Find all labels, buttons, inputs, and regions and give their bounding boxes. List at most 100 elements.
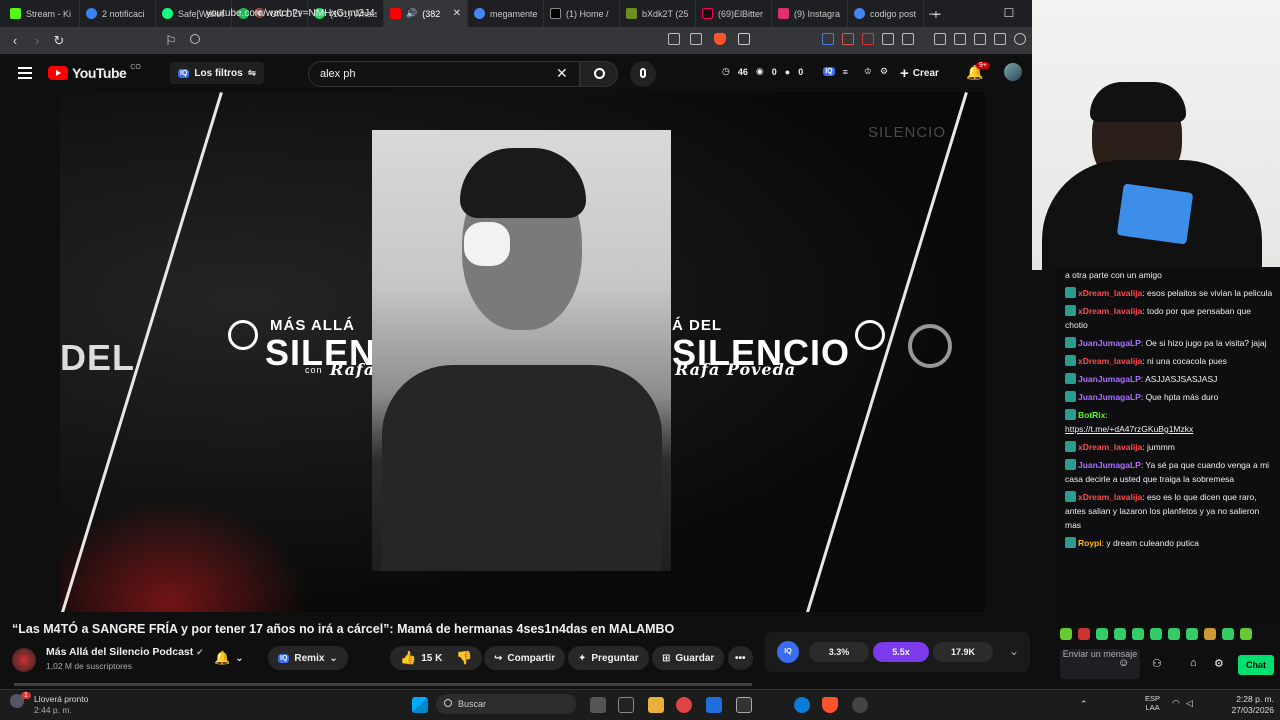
screenshot-icon[interactable] bbox=[902, 33, 914, 45]
emote-icon[interactable] bbox=[1114, 628, 1126, 640]
browser-tab[interactable]: (69)ElBitter bbox=[696, 0, 772, 27]
maximize-button[interactable]: ☐ bbox=[990, 0, 1028, 27]
dislike-button[interactable]: 👎 bbox=[446, 646, 483, 670]
extension-icon[interactable] bbox=[862, 33, 874, 45]
url-field[interactable]: youtube.com/watch?v=NMHxG-mt3J4 bbox=[178, 5, 698, 22]
filters-button[interactable]: IQ Los filtros ⇋ bbox=[170, 62, 265, 84]
chat-username[interactable]: xDream_lavalija bbox=[1078, 288, 1142, 298]
volume-icon[interactable]: ◁ bbox=[1186, 698, 1193, 709]
browser-tab[interactable]: 2 notificaci bbox=[80, 0, 156, 27]
edge-icon[interactable] bbox=[794, 697, 810, 713]
emote-icon[interactable] bbox=[1132, 628, 1144, 640]
browser-tab[interactable]: (9) Instagra bbox=[772, 0, 848, 27]
cast-icon[interactable] bbox=[668, 33, 680, 45]
menu-icon[interactable] bbox=[18, 67, 32, 79]
browser-tab[interactable]: Stream - Ki bbox=[4, 0, 80, 27]
chevron-up-icon[interactable]: ⌃ bbox=[1080, 699, 1088, 710]
youtube-logo[interactable]: YouTube CO bbox=[48, 64, 141, 81]
emote-icon[interactable] bbox=[1168, 628, 1180, 640]
list-icon[interactable]: ≡ bbox=[843, 67, 848, 77]
emote-icon[interactable] bbox=[1096, 628, 1108, 640]
clock-date[interactable]: 27/03/2026 bbox=[1214, 705, 1274, 715]
emote-icon[interactable] bbox=[1150, 628, 1162, 640]
sidebar-icon[interactable] bbox=[954, 33, 966, 45]
site-info-icon[interactable] bbox=[190, 34, 200, 44]
bookmark-icon[interactable]: ⚐ bbox=[160, 33, 182, 49]
chat-username[interactable]: xDream_lavalija bbox=[1078, 306, 1142, 316]
chat-username[interactable]: JuanJumagaLP bbox=[1078, 460, 1141, 470]
taskbar-search[interactable]: Buscar bbox=[436, 694, 576, 714]
chat-username[interactable]: xDream_lavalija bbox=[1078, 442, 1142, 452]
emoji-icon[interactable]: ☺ bbox=[1118, 657, 1129, 669]
wallet-icon[interactable] bbox=[974, 33, 986, 45]
leo-icon[interactable] bbox=[994, 33, 1006, 45]
video-player[interactable]: DEL MÁS ALLÁ SILENCIO con Rafa Poveda Á … bbox=[60, 92, 985, 612]
wifi-icon[interactable]: ◠ bbox=[1172, 698, 1180, 709]
vpn-icon[interactable] bbox=[1014, 33, 1026, 45]
chevron-down-icon[interactable]: ⌄ bbox=[1009, 644, 1019, 658]
rewards-icon[interactable] bbox=[738, 33, 750, 45]
browser-tab[interactable]: codigo post bbox=[848, 0, 924, 27]
create-button[interactable]: + Crear bbox=[900, 63, 939, 83]
file-explorer-icon[interactable] bbox=[648, 697, 664, 713]
app-icon[interactable] bbox=[618, 697, 634, 713]
search-input[interactable]: alex ph bbox=[308, 61, 580, 87]
brave-icon[interactable] bbox=[822, 697, 838, 713]
emote-icon[interactable] bbox=[1078, 628, 1090, 640]
chat-username[interactable]: xDream_lavalija bbox=[1078, 356, 1142, 366]
trophy-icon[interactable]: ♔ bbox=[864, 66, 872, 77]
chat-username[interactable]: JuanJumagaLP bbox=[1078, 374, 1141, 384]
reload-icon[interactable]: ↻ bbox=[48, 33, 70, 49]
chat-text[interactable]: https://t.me/+dA47rzGKuBg1Mzkx bbox=[1065, 424, 1193, 434]
chat-username[interactable]: xDream_lavalija bbox=[1078, 492, 1142, 502]
translate-icon[interactable] bbox=[822, 33, 834, 45]
avatar[interactable] bbox=[1004, 63, 1022, 81]
channel-avatar[interactable] bbox=[12, 648, 36, 672]
chat-send-button[interactable]: Chat bbox=[1238, 655, 1274, 675]
extension-icon[interactable] bbox=[842, 33, 854, 45]
brave-shield-icon[interactable] bbox=[714, 33, 726, 45]
settings-icon[interactable]: ⚙ bbox=[1214, 657, 1224, 670]
emote-icon[interactable] bbox=[1186, 628, 1198, 640]
emote-icon[interactable] bbox=[1204, 628, 1216, 640]
more-actions-button[interactable]: ••• bbox=[728, 646, 753, 670]
back-icon[interactable]: ‹ bbox=[4, 33, 26, 48]
store-icon[interactable] bbox=[706, 697, 722, 713]
people-icon[interactable]: ⚇ bbox=[1152, 657, 1162, 670]
weather-title: Lloverá pronto bbox=[34, 694, 89, 704]
channel-name-text: Más Allá del Silencio Podcast bbox=[46, 646, 194, 658]
subscribe-bell-button[interactable]: 🔔 ⌄ bbox=[214, 646, 244, 670]
ask-button[interactable]: ✦ Preguntar bbox=[568, 646, 649, 670]
search-button[interactable] bbox=[580, 61, 618, 87]
chat-username[interactable]: JuanJumagaLP bbox=[1078, 392, 1141, 402]
progress-bar[interactable] bbox=[14, 683, 752, 686]
puzzle-icon[interactable] bbox=[882, 33, 894, 45]
app-icon[interactable] bbox=[676, 697, 692, 713]
windows-start-icon[interactable] bbox=[412, 697, 428, 713]
terminal-icon[interactable] bbox=[736, 697, 752, 713]
share-button[interactable]: ↪ Compartir bbox=[484, 646, 566, 670]
voice-search-button[interactable] bbox=[630, 61, 656, 87]
emote-icon[interactable] bbox=[1060, 628, 1072, 640]
gift-icon[interactable]: ⌂ bbox=[1190, 657, 1197, 669]
chat-username[interactable]: BotRix bbox=[1078, 410, 1105, 420]
task-view-icon[interactable] bbox=[590, 697, 606, 713]
clear-search-icon[interactable]: ✕ bbox=[556, 65, 568, 82]
channel-name[interactable]: Más Allá del Silencio Podcast ✔ bbox=[46, 646, 204, 658]
share-page-icon[interactable] bbox=[690, 33, 702, 45]
lang-indicator[interactable]: ESP LAA bbox=[1145, 694, 1160, 712]
like-button[interactable]: 👍 15 K bbox=[390, 646, 451, 670]
forward-icon[interactable]: › bbox=[26, 33, 48, 48]
iq-icon[interactable]: IQ bbox=[823, 67, 835, 76]
remix-button[interactable]: IQ Remix ⌄ bbox=[268, 646, 348, 670]
chat-username[interactable]: JuanJumagaLP bbox=[1078, 338, 1141, 348]
emote-icon[interactable] bbox=[1240, 628, 1252, 640]
obs-icon[interactable] bbox=[852, 697, 868, 713]
gear-icon[interactable]: ⚙ bbox=[880, 66, 888, 77]
chat-username[interactable]: Roypi bbox=[1078, 538, 1102, 548]
minimize-button[interactable]: — bbox=[916, 0, 954, 27]
media-icon[interactable] bbox=[934, 33, 946, 45]
save-button[interactable]: ⊞ Guardar bbox=[652, 646, 725, 670]
emote-icon[interactable] bbox=[1222, 628, 1234, 640]
clock-time[interactable]: 2:28 p. m. bbox=[1214, 694, 1274, 704]
